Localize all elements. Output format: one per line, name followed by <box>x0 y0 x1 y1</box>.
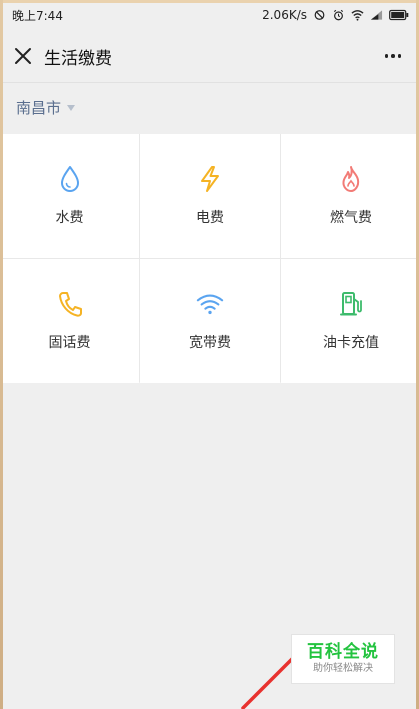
wifi-status-icon <box>351 10 364 21</box>
signal-icon <box>370 10 383 20</box>
do-not-disturb-icon <box>314 10 325 20</box>
close-icon <box>15 48 31 64</box>
more-dot <box>391 54 395 58</box>
water-drop-icon <box>60 166 79 192</box>
battery-icon <box>389 9 409 21</box>
phone-icon <box>58 292 82 317</box>
page-title: 生活缴费 <box>44 48 112 69</box>
watermark-badge: 百科全说 助你轻松解决 <box>291 634 395 684</box>
more-dot <box>397 54 402 58</box>
frame-border-left <box>0 0 3 709</box>
frame-border-top <box>0 0 419 3</box>
alarm-icon <box>333 9 344 21</box>
lightning-icon <box>201 166 219 192</box>
header-divider <box>0 82 419 83</box>
service-label: 水费 <box>55 210 84 226</box>
service-fuel-card[interactable]: 油卡充值 <box>281 259 419 383</box>
service-gas[interactable]: 燃气费 <box>281 134 419 258</box>
watermark-title: 百科全说 <box>307 642 379 662</box>
more-options-button[interactable] <box>379 45 407 67</box>
flame-icon <box>342 166 360 192</box>
city-selector[interactable]: 南昌市 <box>16 96 76 118</box>
service-landline[interactable]: 固话费 <box>0 259 139 383</box>
caret-down-icon <box>67 105 76 111</box>
service-label: 电费 <box>196 210 224 226</box>
watermark-subtitle: 助你轻松解决 <box>313 663 373 674</box>
wifi-icon <box>196 294 224 315</box>
status-bar: 晚上7:44 2.06K/s <box>0 3 419 27</box>
network-speed: 2.06K/s <box>262 8 307 22</box>
fuel-pump-icon <box>340 292 362 316</box>
service-label: 固话费 <box>48 335 91 351</box>
service-electricity[interactable]: 电费 <box>140 134 280 258</box>
city-name: 南昌市 <box>16 98 62 117</box>
screen: 晚上7:44 2.06K/s 生活缴费 南昌市 水费 电费 燃气费 固话费 宽带… <box>0 0 419 709</box>
service-label: 油卡充值 <box>323 335 379 351</box>
service-label: 宽带费 <box>189 335 231 351</box>
status-indicators: 2.06K/s <box>262 8 409 22</box>
close-button[interactable] <box>12 45 34 67</box>
app-header: 生活缴费 <box>0 30 419 82</box>
service-broadband[interactable]: 宽带费 <box>140 259 280 383</box>
more-dot <box>384 54 389 58</box>
status-time: 晚上7:44 <box>12 8 63 23</box>
service-label: 燃气费 <box>330 210 372 226</box>
service-grid: 水费 电费 燃气费 固话费 宽带费 油卡充值 <box>0 134 419 383</box>
service-water[interactable]: 水费 <box>0 134 139 258</box>
